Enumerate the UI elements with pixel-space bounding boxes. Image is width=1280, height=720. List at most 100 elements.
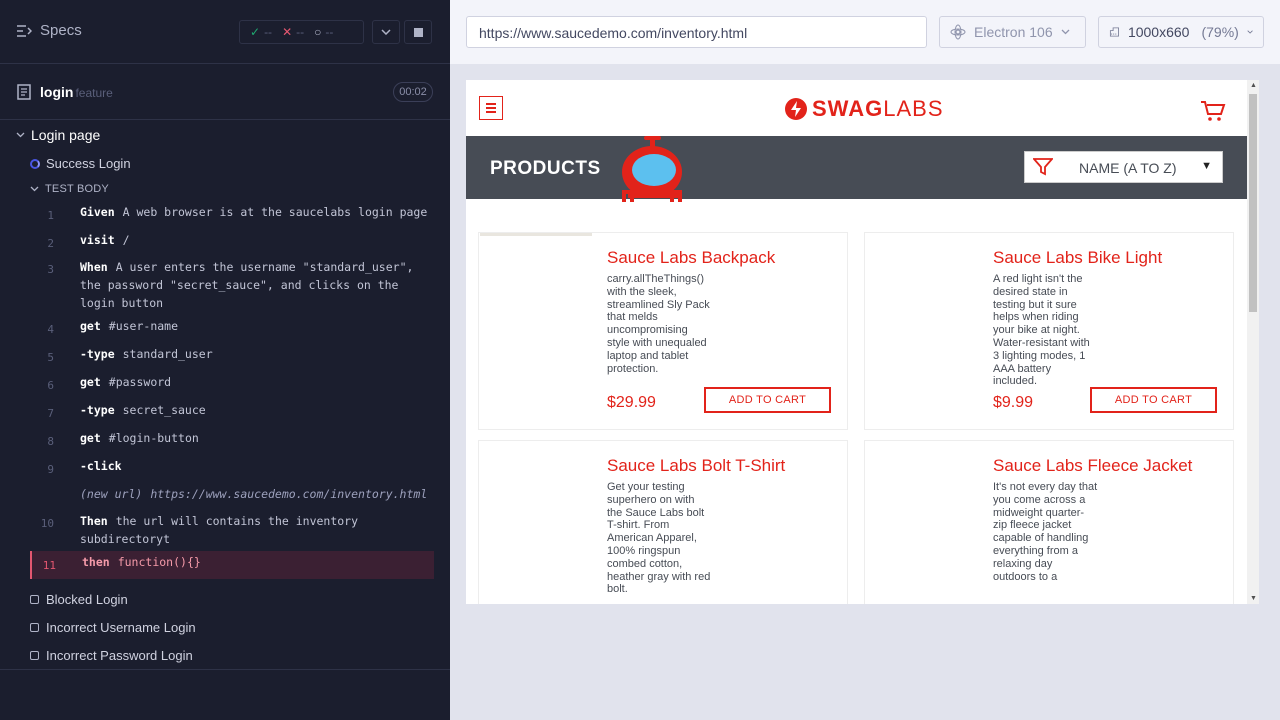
- browser-name: Electron 106: [974, 24, 1053, 40]
- url-bar[interactable]: https://www.saucedemo.com/inventory.html: [466, 16, 927, 48]
- command-text: then function(){}: [82, 553, 432, 571]
- scroll-down-arrow-icon[interactable]: ▼: [1250, 595, 1257, 602]
- product-name-link[interactable]: Sauce Labs Backpack: [607, 248, 775, 268]
- electron-icon: [950, 24, 966, 40]
- running-spinner-icon: [30, 158, 40, 169]
- command-text: (new url) https://www.saucedemo.com/inven…: [80, 485, 430, 503]
- command-row[interactable]: (new url) https://www.saucedemo.com/inven…: [30, 483, 434, 511]
- product-name-link[interactable]: Sauce Labs Bike Light: [993, 248, 1162, 268]
- robot-mascot-icon: [622, 136, 682, 202]
- spec-name: login: [40, 84, 74, 100]
- command-text: visit /: [80, 231, 430, 249]
- product-description: carry.allTheThings() with the sleek, str…: [607, 273, 710, 375]
- product-name-link[interactable]: Sauce Labs Fleece Jacket: [993, 456, 1192, 476]
- command-argument: secret_sauce: [122, 403, 206, 417]
- product-card: Sauce Labs Backpack carry.allTheThings() …: [478, 232, 848, 430]
- command-number: 1: [47, 209, 54, 222]
- spec-file-row: login feature 00:02: [0, 64, 450, 120]
- pending-circle-icon: ○: [314, 25, 322, 39]
- product-card: Sauce Labs Fleece Jacket It's not every d…: [864, 440, 1234, 604]
- options-dropdown-button[interactable]: [372, 20, 400, 44]
- command-keyword: (new url): [80, 487, 143, 501]
- test-body-toggle[interactable]: TEST BODY: [30, 183, 109, 195]
- command-number: 10: [40, 517, 54, 530]
- menu-button[interactable]: [479, 96, 503, 120]
- iframe-scrollbar[interactable]: ▲ ▼: [1247, 80, 1259, 604]
- page-title: PRODUCTS: [490, 158, 601, 179]
- pending-count: --: [325, 25, 334, 39]
- store-header: SWAGLABS: [466, 80, 1247, 136]
- command-row[interactable]: 2 visit /: [30, 229, 434, 257]
- command-row[interactable]: 4 get #user-name: [30, 315, 434, 343]
- command-keyword: When: [80, 260, 108, 274]
- pending-test-item[interactable]: Incorrect Username Login: [30, 620, 196, 635]
- add-to-cart-button[interactable]: ADD TO CART: [1090, 387, 1217, 413]
- command-row[interactable]: 10 Then the url will contains the inventor…: [30, 511, 434, 551]
- scroll-up-arrow-icon[interactable]: ▲: [1250, 82, 1257, 89]
- check-icon: ✓: [250, 25, 261, 39]
- command-row[interactable]: 9 -click: [30, 455, 434, 483]
- spec-duration: 00:02: [393, 82, 433, 102]
- app-iframe: SWAGLABS PRODUCTS NAME (A TO Z) ▼ Sauce …: [466, 80, 1259, 604]
- test-stats: ✓ -- ✕ -- ○ --: [239, 20, 364, 44]
- command-text: -type secret_sauce: [80, 401, 430, 419]
- products-subheader: PRODUCTS NAME (A TO Z) ▼: [466, 136, 1247, 202]
- spec-kind: feature: [75, 86, 113, 100]
- filter-icon: [1033, 158, 1053, 176]
- product-card: Sauce Labs Bolt T-Shirt Get your testing …: [478, 440, 848, 604]
- command-row[interactable]: 7 -type secret_sauce: [30, 399, 434, 427]
- command-text: get #user-name: [80, 317, 430, 335]
- stop-button[interactable]: [404, 20, 432, 44]
- command-row[interactable]: 8 get #login-button: [30, 427, 434, 455]
- x-icon: ✕: [282, 25, 293, 39]
- viewport-selector[interactable]: 1000x660 (79%): [1098, 16, 1264, 48]
- command-text: Then the url will contains the inventory …: [80, 512, 430, 548]
- command-argument: A user enters the username "standard_use…: [80, 260, 414, 310]
- browser-selector[interactable]: Electron 106: [939, 16, 1086, 48]
- test-success-login[interactable]: Success Login: [30, 156, 131, 171]
- command-row[interactable]: 1 Given A web browser is at the saucelabs …: [30, 201, 434, 229]
- product-name-link[interactable]: Sauce Labs Bolt T-Shirt: [607, 456, 785, 476]
- logo-text-bold: SWAG: [812, 96, 884, 121]
- suite-title: Login page: [31, 127, 101, 143]
- chevron-down-icon: [381, 29, 391, 35]
- test-body-label: TEST BODY: [45, 183, 109, 195]
- sort-dropdown[interactable]: NAME (A TO Z) ▼: [1024, 151, 1223, 183]
- reporter-header: Specs ✓ -- ✕ -- ○ --: [0, 0, 450, 64]
- failed-count: --: [296, 25, 305, 39]
- test-title: Success Login: [46, 156, 131, 171]
- command-row-failed[interactable]: 11 then function(){}: [30, 551, 434, 579]
- command-row[interactable]: 3 When A user enters the username "standar…: [30, 257, 434, 315]
- suite-login-page[interactable]: Login page: [16, 127, 100, 143]
- pending-square-icon: [30, 651, 39, 660]
- product-price: $9.99: [993, 394, 1034, 411]
- command-keyword: -type: [80, 403, 115, 417]
- menu-icon-line: [486, 103, 496, 105]
- command-text: get #login-button: [80, 429, 430, 447]
- command-number: 6: [47, 379, 54, 392]
- product-image[interactable]: [480, 233, 592, 236]
- swag-labs-logo: SWAGLABS: [784, 96, 944, 122]
- command-number: 9: [47, 463, 54, 476]
- scrollbar-thumb[interactable]: [1249, 94, 1257, 312]
- command-log-panel: Specs ✓ -- ✕ -- ○ -- login feature 00:02 Log…: [0, 0, 450, 720]
- product-price: $29.99: [607, 394, 656, 411]
- command-number: 5: [47, 351, 54, 364]
- command-row[interactable]: 6 get #password: [30, 371, 434, 399]
- add-to-cart-button[interactable]: ADD TO CART: [704, 387, 831, 413]
- menu-icon-line: [486, 107, 496, 109]
- chevron-down-icon: [30, 186, 39, 192]
- specs-button[interactable]: Specs: [16, 22, 82, 39]
- command-keyword: -type: [80, 347, 115, 361]
- failed-stat: ✕ --: [282, 25, 304, 39]
- command-number: 2: [47, 237, 54, 250]
- passed-count: --: [264, 25, 273, 39]
- command-number: 4: [47, 323, 54, 336]
- command-keyword: get: [80, 431, 101, 445]
- command-row[interactable]: 5 -type standard_user: [30, 343, 434, 371]
- pending-test-item[interactable]: Blocked Login: [30, 592, 128, 607]
- cart-button[interactable]: [1200, 100, 1226, 127]
- command-text: When A user enters the username "standard…: [80, 258, 430, 312]
- pending-test-item[interactable]: Incorrect Password Login: [30, 648, 193, 663]
- product-description: It's not every day that you come across …: [993, 481, 1098, 583]
